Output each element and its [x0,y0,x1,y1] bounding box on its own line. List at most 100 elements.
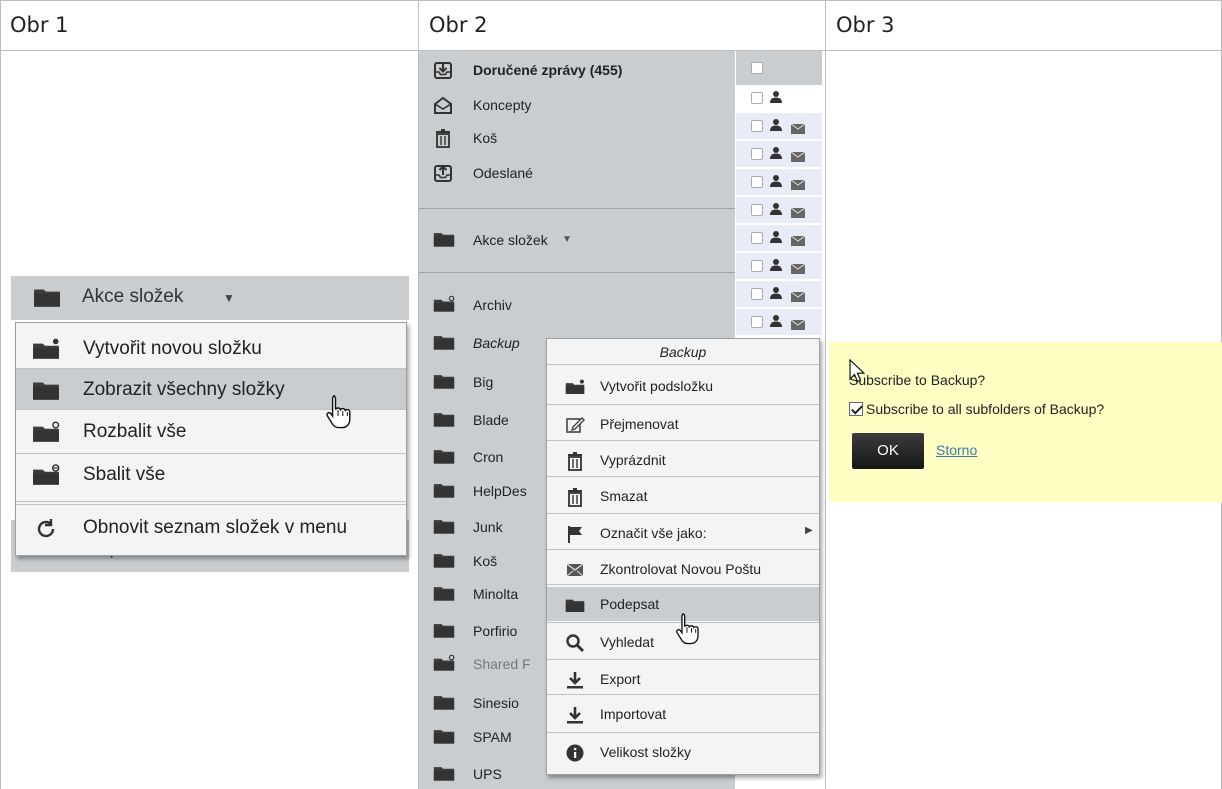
sidebar-item-label: UPS [473,766,502,782]
download-icon [565,705,585,728]
table-row[interactable] [736,253,822,280]
envelope-icon [791,121,805,139]
envelope-icon [791,317,805,335]
context-menu-item[interactable]: Vyprázdnit [547,443,819,477]
context-menu-item[interactable]: Označit vše jako: ▶ [547,516,819,550]
context-menu-item-label: Vyhledat [600,634,654,650]
folder-expand-icon [433,654,455,675]
folder-add-icon [565,377,585,400]
table-row[interactable] [736,309,822,336]
folder-actions-label: Akce složek [82,286,184,307]
message-checkbox[interactable] [751,148,763,160]
user-icon [769,90,783,109]
message-checkbox[interactable] [751,176,763,188]
context-menu-item[interactable]: Importovat [547,697,819,731]
column-header-obr2: Obr 2 [429,13,488,37]
context-menu-item-label: Importovat [600,706,667,722]
column-header-obr3: Obr 3 [836,13,895,37]
sidebar-item-label: Minolta [473,586,519,602]
menu-separator [547,440,819,441]
table-border-top [0,0,1222,1]
table-row[interactable] [736,85,822,112]
context-menu-item[interactable]: Vytvořit podsložku [547,369,819,403]
message-checkbox[interactable] [751,92,763,104]
hand-cursor-icon [673,612,701,651]
context-menu-item-label: Podepsat [600,596,660,612]
menu-item-label: Obnovit seznam složek v menu [83,517,348,538]
message-list-header [736,51,822,85]
message-checkbox[interactable] [751,260,763,272]
envelope-icon [565,560,585,583]
context-menu-item-label: Přejmenovat [600,416,679,432]
inbox-icon [433,60,453,83]
subscribe-question: Subscribe to Backup? [849,372,986,388]
folder-icon [433,584,455,605]
folder-icon [32,379,60,407]
menu-item-refresh-folder-list[interactable]: Obnovit seznam složek v menu [16,509,406,547]
info-icon [565,743,585,766]
context-menu-item[interactable]: Přejmenovat [547,407,819,441]
ok-button[interactable]: OK [852,433,924,469]
folder-icon [433,447,455,468]
sidebar-item-label: Koš [473,553,498,569]
user-icon [769,258,783,277]
folder-actions-menu: Vytvořit novou složku Zobrazit všechny s… [15,322,407,556]
message-checkbox[interactable] [751,204,763,216]
context-menu-item-label: Vyprázdnit [600,452,666,468]
submenu-arrow-icon: ▶ [805,525,813,536]
subscribe-popup: Subscribe to Backup? Subscribe to all su… [829,342,1222,502]
context-menu-item-label: Zkontrolovat Novou Poštu [600,561,762,577]
context-menu-item-label: Export [600,671,641,687]
message-checkbox[interactable] [751,288,763,300]
subscribe-subfolders-option[interactable]: Subscribe to all subfolders of Backup? [849,401,1104,417]
flag-icon [565,524,585,547]
folder-icon [565,595,585,618]
table-row[interactable] [736,141,822,168]
table-row[interactable] [736,197,822,224]
context-menu-item[interactable]: Velikost složky [547,735,819,769]
menu-separator [547,476,819,477]
envelope-icon [791,177,805,195]
table-row[interactable] [736,169,822,196]
sidebar-item-label: Sinesio [473,695,519,711]
message-checkbox[interactable] [751,232,763,244]
user-icon [769,230,783,249]
menu-separator [547,549,819,550]
subfolders-checkbox[interactable] [849,402,863,416]
folder-icon [433,551,455,572]
folder-expand-icon [32,421,60,449]
menu-separator [16,453,406,454]
menu-separator [547,732,819,733]
cancel-link[interactable]: Storno [936,442,977,458]
context-menu-title: Backup [547,339,819,365]
folder-icon [433,230,455,251]
sidebar-item-label: Shared F [473,656,531,672]
caret-down-icon: ▼ [223,291,235,305]
sidebar-separator [419,272,735,273]
context-menu-item-label: Velikost složky [600,744,692,760]
select-all-checkbox[interactable] [751,62,763,74]
table-column-divider [825,0,826,789]
context-menu-item[interactable]: Zkontrolovat Novou Poštu [547,552,819,586]
menu-item-collapse-all[interactable]: Sbalit vše [16,456,406,494]
sidebar-item-label: SPAM [473,729,512,745]
menu-separator [547,584,819,585]
folder-icon [433,372,455,393]
context-menu-item[interactable]: Smazat [547,479,819,513]
table-row[interactable] [736,281,822,308]
folder-actions-bar[interactable]: Akce složek ▼ [11,276,409,320]
message-checkbox[interactable] [751,316,763,328]
table-row[interactable] [736,225,822,252]
folder-expand-icon [433,295,455,316]
user-icon [769,146,783,165]
table-row[interactable] [736,113,822,140]
menu-item-label: Sbalit vše [83,464,166,485]
menu-item-create-folder[interactable]: Vytvořit novou složku [16,330,406,368]
context-menu-item[interactable]: Export [547,662,819,696]
sidebar-item-label: Koš [473,130,498,146]
caret-down-icon: ▼ [562,234,572,245]
trash-icon [565,487,585,510]
drafts-icon [433,95,453,118]
message-checkbox[interactable] [751,120,763,132]
menu-separator [547,513,819,514]
